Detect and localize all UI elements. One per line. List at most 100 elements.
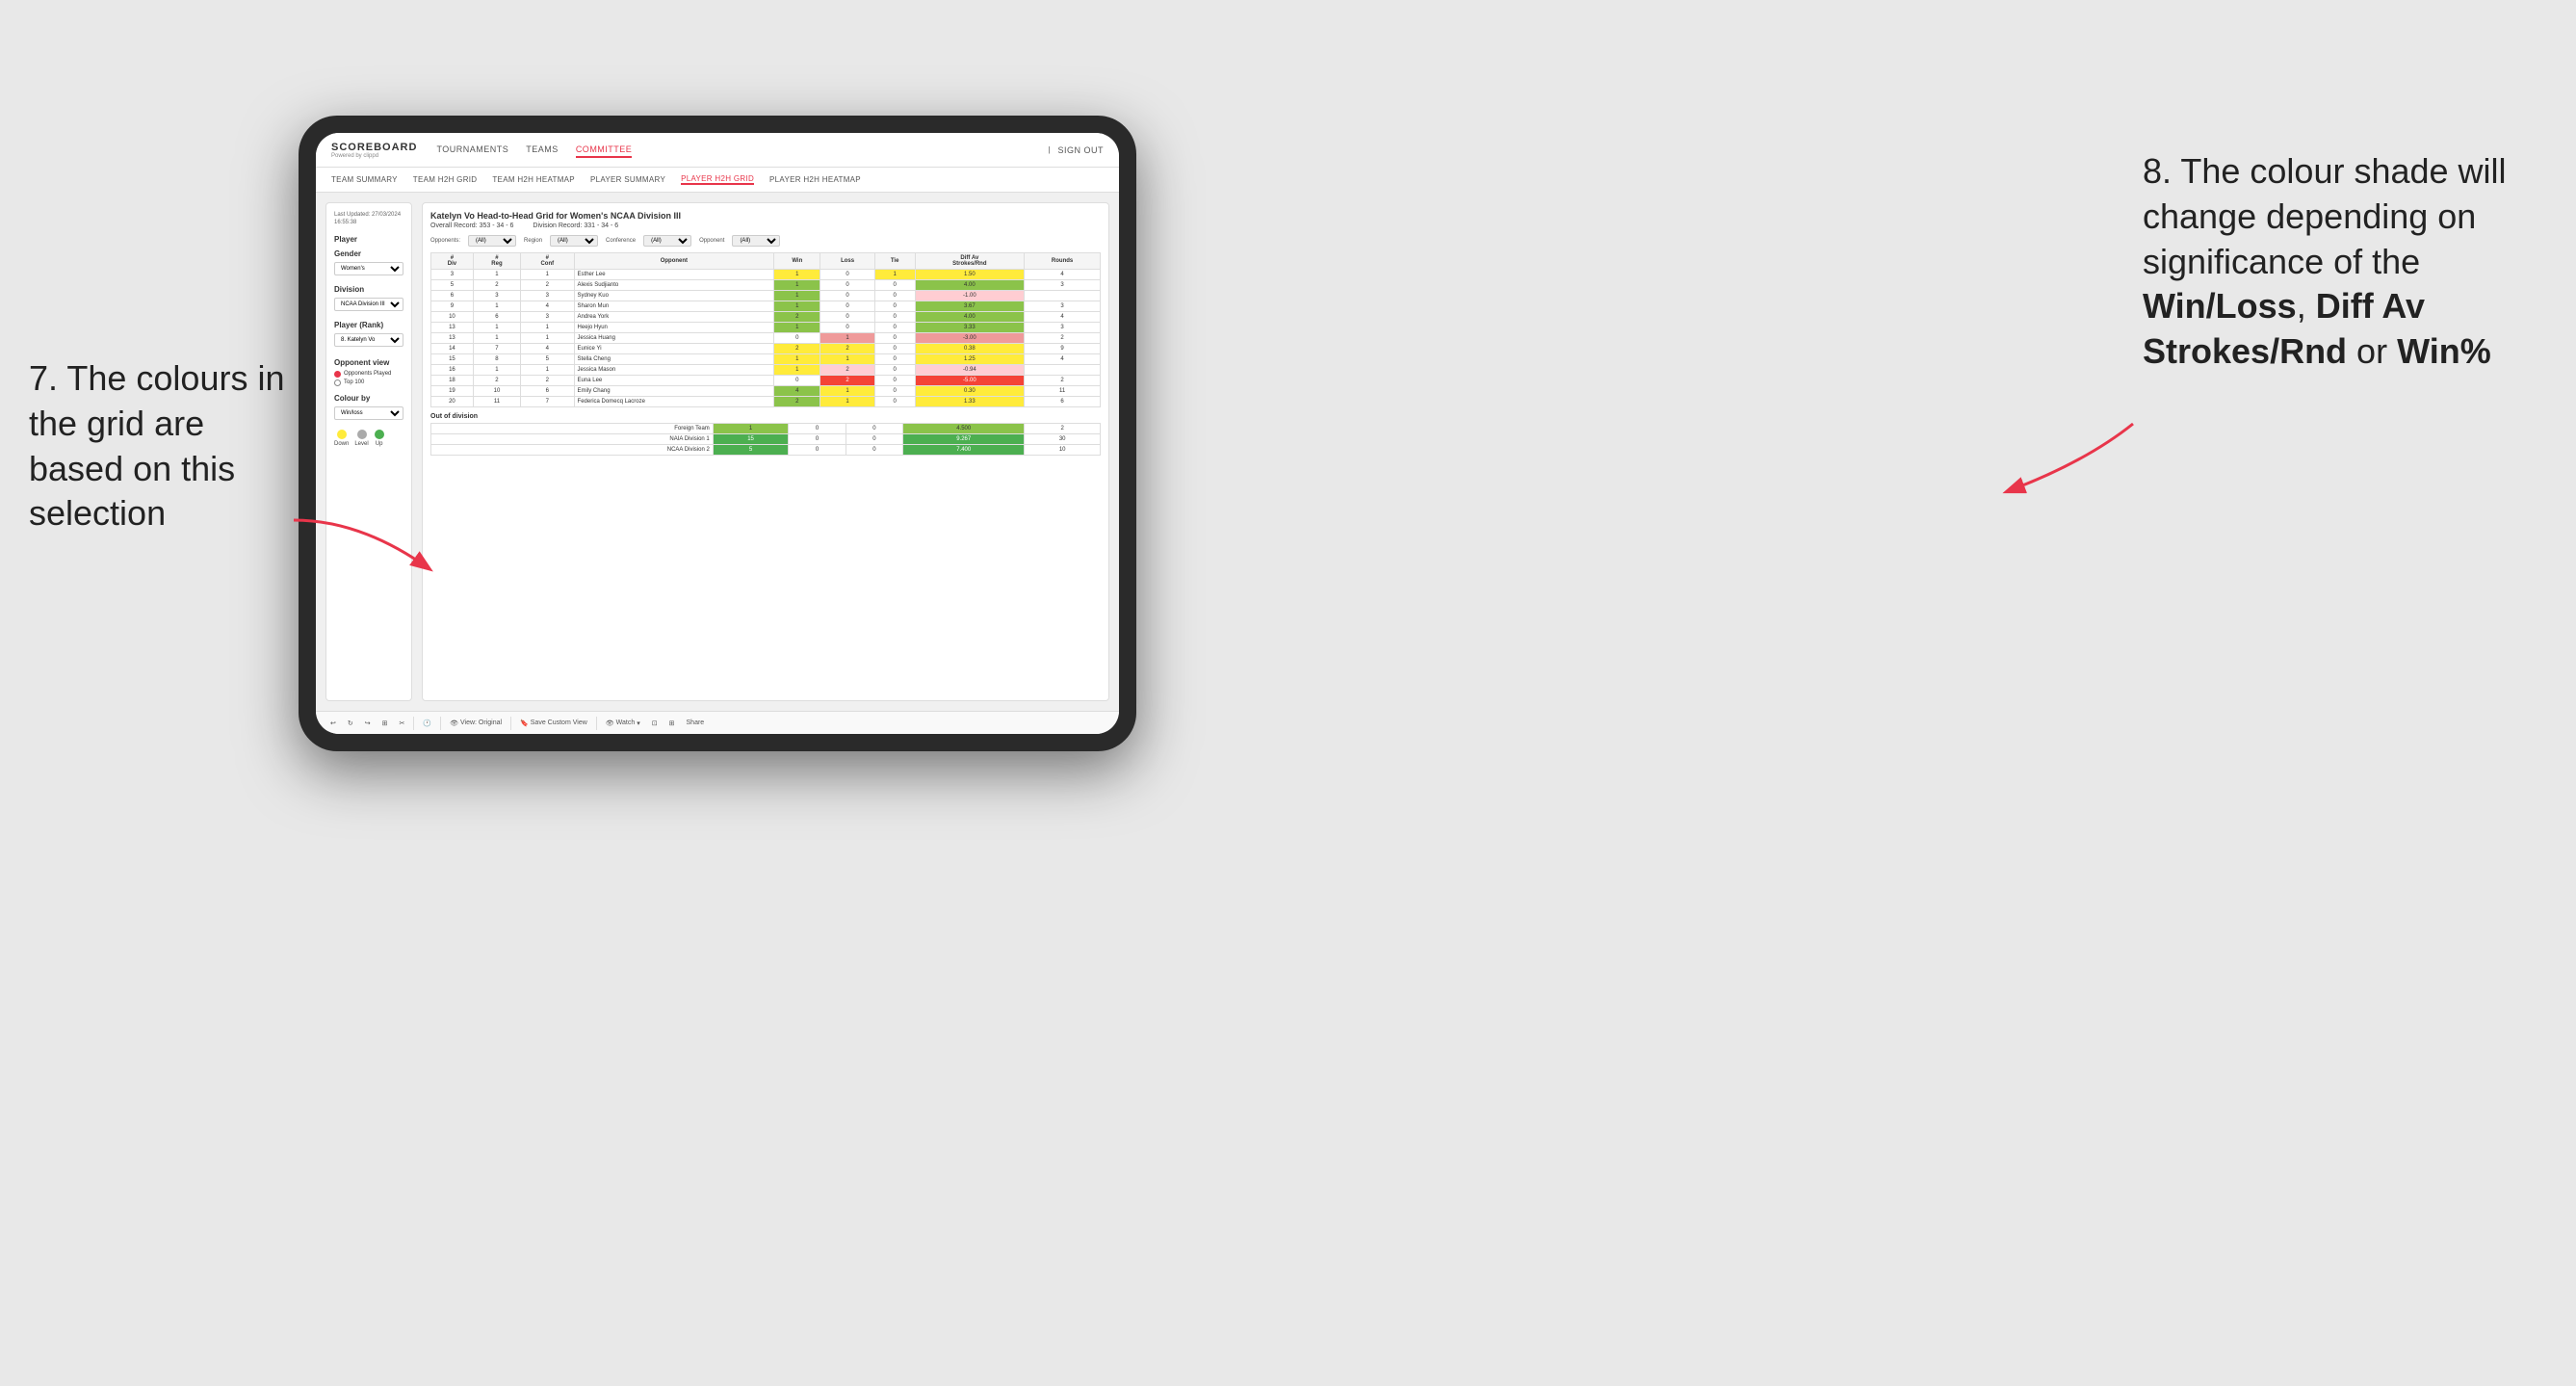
radio-opponents-played[interactable]: Opponents Played [334,371,403,378]
player-rank-select[interactable]: 8. Katelyn Vo [334,333,403,347]
save-custom-btn[interactable]: 🔖 Save Custom View [517,719,590,728]
tablet-screen: SCOREBOARD Powered by clippd TOURNAMENTS… [316,133,1119,734]
table-row: 633Sydney Kuo100-1.00 [431,291,1101,301]
tablet-frame: SCOREBOARD Powered by clippd TOURNAMENTS… [299,116,1136,751]
legend-dot-level [357,430,367,439]
gender-label: Gender [334,249,403,258]
filter-opponents-label: Opponents: [430,238,460,244]
col-win: Win [774,253,820,270]
sign-out-btn[interactable]: Sign out [1057,144,1104,157]
gender-select[interactable]: Women's [334,262,403,275]
tab-player-h2h-heatmap[interactable]: PLAYER H2H HEATMAP [769,175,861,184]
toolbar-divider-1 [413,717,414,730]
legend-dot-up [375,430,384,439]
colour-by-section: Colour by Win/loss [334,394,403,424]
watch-chevron: ▾ [637,719,640,727]
table-row: 914Sharon Mun1003.673 [431,301,1101,312]
col-tie: Tie [874,253,915,270]
opponent-view-section: Opponent view Opponents Played Top 100 [334,358,403,386]
watch-btn[interactable]: 👁 Watch ▾ [603,719,643,728]
colour-by-label: Colour by [334,394,403,403]
filter-all-select[interactable]: (All) [468,235,516,247]
filter-conference-select[interactable]: (All) [643,235,691,247]
filter-opponent-select[interactable]: (All) [732,235,780,247]
out-division-table: Foreign Team1004.5002NAIA Division 11500… [430,423,1101,456]
table-row: 1585Stella Cheng1101.254 [431,354,1101,365]
annotation-left: 7. The colours in the grid are based on … [29,356,299,536]
table-row: 1311Jessica Huang010-3.002 [431,333,1101,344]
toolbar-divider-4 [596,717,597,730]
eye-icon: 👁 [450,719,458,727]
filter-row: Opponents: (All) Region (All) Conference… [430,235,1101,247]
table-row: 1311Heejo Hyun1003.333 [431,323,1101,333]
undo-btn[interactable]: ↩ [327,719,339,728]
bookmark-icon: 🔖 [520,719,529,727]
nav-tournaments[interactable]: TOURNAMENTS [436,143,508,158]
legend-label-level: Level [354,441,368,447]
tab-player-summary[interactable]: PLAYER SUMMARY [590,175,665,184]
table-row: 522Alexis Sudjianto1004.003 [431,280,1101,291]
annotation-right: 8. The colour shade will change dependin… [2143,149,2547,375]
main-content: Last Updated: 27/03/2024 16:55:38 Player… [316,193,1119,711]
out-of-division-label: Out of division [430,413,1101,420]
table-row: 311Esther Lee1011.504 [431,270,1101,280]
table-row: NCAA Division 25007.40010 [431,445,1101,456]
nav-tabs: TOURNAMENTS TEAMS COMMITTEE [436,143,1048,158]
divider-icon: | [1048,145,1050,154]
division-record-label: Division Record: 331 - 34 - 6 [533,222,618,229]
table-row: 1611Jessica Mason120-0.94 [431,365,1101,376]
left-panel: Last Updated: 27/03/2024 16:55:38 Player… [325,202,412,701]
redo2-btn[interactable]: ↪ [362,719,374,728]
col-loss: Loss [820,253,874,270]
filter-region-label: Region [524,238,542,244]
radio-dot-opponents [334,371,341,378]
filter-conference-label: Conference [606,238,636,244]
legend-dot-down [337,430,347,439]
nav-committee[interactable]: COMMITTEE [576,143,633,158]
radio-top100[interactable]: Top 100 [334,379,403,386]
copy-btn[interactable]: ⊞ [379,719,391,728]
logo-sub: Powered by clippd [331,153,417,159]
filter-region-select[interactable]: (All) [550,235,598,247]
sub-nav: TEAM SUMMARY TEAM H2H GRID TEAM H2H HEAT… [316,168,1119,193]
radio-dot-top100 [334,379,341,386]
division-select[interactable]: NCAA Division III [334,298,403,311]
clock-btn[interactable]: 🕐 [420,719,434,728]
nav-teams[interactable]: TEAMS [526,143,559,158]
col-reg: #Reg [473,253,520,270]
colour-by-select[interactable]: Win/loss [334,406,403,420]
grid-btn[interactable]: ⊞ [666,719,678,728]
grid-records: Overall Record: 353 - 34 - 6 Division Re… [430,222,1101,229]
arrow-left-svg [284,510,477,588]
main-data-table: #Div #Reg #Conf Opponent Win Loss Tie Di… [430,252,1101,407]
table-row: 19106Emily Chang4100.3011 [431,386,1101,397]
col-opponent: Opponent [574,253,774,270]
tab-team-h2h-grid[interactable]: TEAM H2H GRID [413,175,478,184]
table-row: 1063Andrea York2004.004 [431,312,1101,323]
legend-label-down: Down [334,441,349,447]
last-updated: Last Updated: 27/03/2024 16:55:38 [334,211,403,227]
toolbar-divider-2 [440,717,441,730]
view-original-btn[interactable]: 👁 View: Original [447,719,505,728]
watch-icon: 👁 [606,719,614,727]
table-row: NAIA Division 115009.26730 [431,434,1101,445]
share-btn[interactable]: Share [684,719,708,727]
table-row: 1822Euna Lee020-5.002 [431,376,1101,386]
logo-area: SCOREBOARD Powered by clippd [331,142,417,159]
logo-text: SCOREBOARD [331,142,417,153]
redo-btn[interactable]: ↻ [345,719,356,728]
cut-btn[interactable]: ✂ [397,719,408,728]
table-row: 20117Federica Domecq Lacroze2101.336 [431,397,1101,407]
tab-team-summary[interactable]: TEAM SUMMARY [331,175,398,184]
tab-player-h2h-grid[interactable]: PLAYER H2H GRID [681,174,754,185]
tab-team-h2h-heatmap[interactable]: TEAM H2H HEATMAP [492,175,575,184]
header-right: | Sign out [1048,144,1104,157]
layout-btn[interactable]: ⊡ [649,719,661,728]
legend: Down Level Up [334,430,403,447]
table-row: Foreign Team1004.5002 [431,424,1101,434]
filter-opponent-label: Opponent [699,238,724,244]
player-rank-label: Player (Rank) [334,321,403,329]
player-section-title: Player [334,235,403,244]
grid-title: Katelyn Vo Head-to-Head Grid for Women's… [430,211,1101,221]
toolbar: ↩ ↻ ↪ ⊞ ✂ 🕐 👁 View: Original 🔖 Save Cust… [316,711,1119,734]
